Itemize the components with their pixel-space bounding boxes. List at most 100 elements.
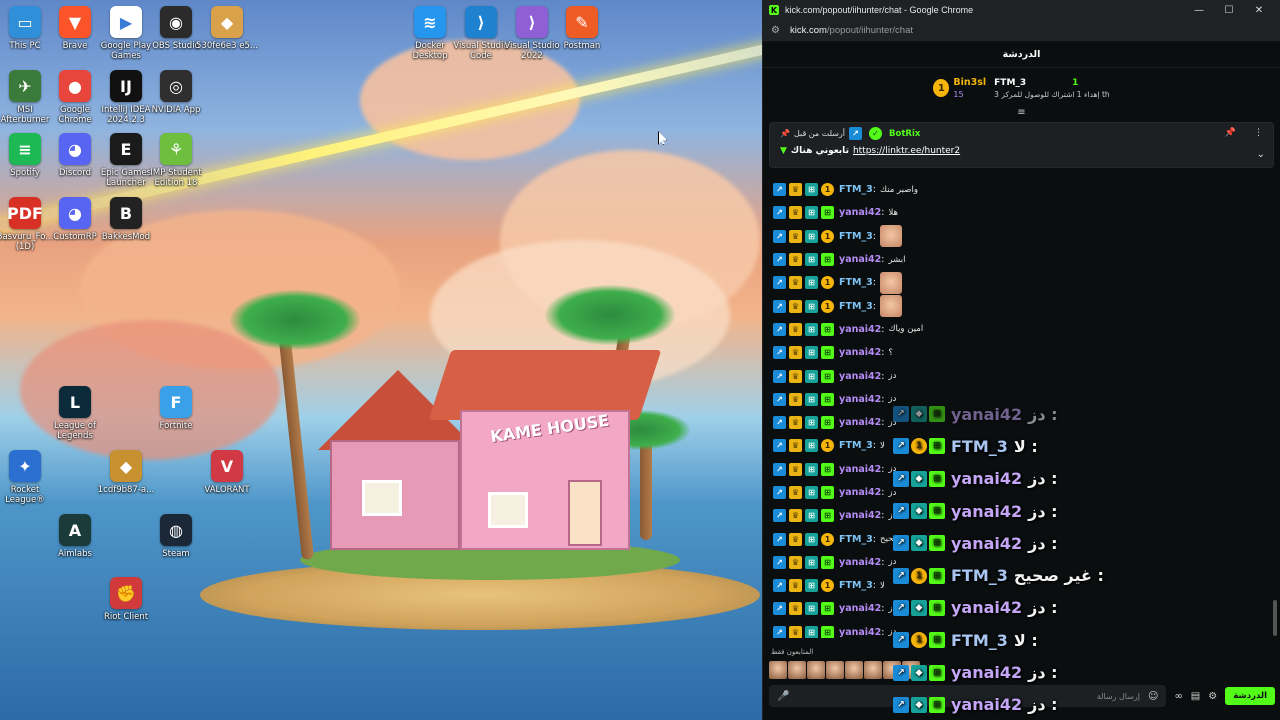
chat-username[interactable]: yanai42 <box>839 557 881 568</box>
desktop-shortcut[interactable]: L League of Legends <box>42 386 108 441</box>
send-chat-button[interactable]: الدردشة <box>1225 687 1275 705</box>
avatar[interactable] <box>826 661 844 679</box>
desktop-shortcut[interactable]: ◆ 530fe6e3 e5... <box>194 6 260 51</box>
leaderboard-first[interactable]: 1 Bin3sl 15 <box>933 77 986 99</box>
window-titlebar[interactable]: K kick.com/popout/iihunter/chat - Google… <box>763 0 1280 20</box>
chat-username[interactable]: yanai42 <box>839 603 881 614</box>
chat-username[interactable]: FTM_3 <box>839 580 873 591</box>
desktop-shortcut[interactable]: V VALORANT <box>194 450 260 495</box>
subscriber-badge-icon: ⊞ <box>821 392 834 406</box>
gift-badge-icon: ⊞ <box>805 253 818 267</box>
chat-message-text: لا <box>880 440 885 451</box>
desktop-shortcut[interactable]: ◆ 1cdf9b87-a... <box>93 450 159 495</box>
chat-username[interactable]: yanai42 <box>839 347 881 358</box>
url-path: /popout/iihunter/chat <box>826 25 914 36</box>
image-icon: ◆ <box>211 6 243 38</box>
gold-medal-icon: 1 <box>933 79 950 97</box>
chat-username[interactable]: FTM_3 <box>839 184 873 195</box>
vscode-icon: ⟩ <box>465 6 497 38</box>
link-icon[interactable]: ∞ <box>1174 691 1182 702</box>
address-bar[interactable]: ⚙ kick.com/popout/iihunter/chat <box>763 20 1280 42</box>
bot-badge-icon: ↗ <box>893 696 909 713</box>
gift-icon[interactable]: ▤ <box>1191 691 1200 702</box>
chat-message-text: هلا <box>888 207 899 218</box>
chat-message[interactable]: ↗ ♛ ⊞ ⊞ yanai42: هلا <box>763 201 1280 224</box>
avatar[interactable] <box>788 661 806 679</box>
crown-badge-icon: ♛ <box>789 555 802 569</box>
chat-username[interactable]: yanai42 <box>839 394 881 405</box>
avatar[interactable] <box>807 661 825 679</box>
bot-badge-icon: ↗ <box>893 664 909 681</box>
chat-username[interactable]: yanai42 <box>839 324 881 335</box>
desktop-shortcut[interactable]: B BakkesMod <box>93 197 159 242</box>
minimize-icon[interactable]: — <box>1184 5 1214 16</box>
avatar[interactable] <box>845 661 863 679</box>
chat-username[interactable]: yanai42 <box>839 510 881 521</box>
desktop-shortcut[interactable]: ✊ Riot Client <box>93 577 159 622</box>
chat-username[interactable]: yanai42 <box>839 627 881 638</box>
desktop-shortcut[interactable]: ✦ Rocket League® <box>0 450 58 505</box>
chat-username[interactable]: FTM_3 <box>839 231 873 242</box>
maximize-icon[interactable]: ☐ <box>1214 5 1244 16</box>
chat-username[interactable]: yanai42 <box>839 371 881 382</box>
gift-badge-icon: ⊞ <box>805 579 818 593</box>
collapse-chevron-icon[interactable]: ≡ <box>763 108 1280 120</box>
chat-message[interactable]: ↗ ♛ ⊞ 1 FTM_3: <box>763 271 1280 294</box>
chat-message[interactable]: ↗ ♛ ⊞ ⊞ yanai42: ابشر <box>763 248 1280 271</box>
desktop-shortcut-label: 530fe6e3 e5... <box>196 41 258 51</box>
gift-leaderboard: FTM_3 1 إهداء 1 اشتراك للوصول للمركز 3 t… <box>763 68 1280 108</box>
microphone-icon[interactable]: 🎤 <box>777 691 789 702</box>
chat-message[interactable]: ↗ ♛ ⊞ ⊞ yanai42: امين وياك <box>763 318 1280 341</box>
desktop-shortcut[interactable]: ⚘ IMP Student Edition 18 <box>143 133 209 188</box>
desktop-shortcut[interactable]: ✎ Postman <box>549 6 615 51</box>
chat-separator: : <box>872 440 876 452</box>
chat-username[interactable]: yanai42 <box>839 207 881 218</box>
chat-username[interactable]: yanai42 <box>839 417 881 428</box>
avatar[interactable] <box>769 661 787 679</box>
chat-message[interactable]: ↗ ♛ ⊞ 1 FTM_3: <box>763 294 1280 318</box>
settings-gear-icon[interactable]: ⚙ <box>1208 691 1217 702</box>
crown-badge-icon: ♛ <box>789 229 802 243</box>
close-icon[interactable]: ✕ <box>1244 5 1274 16</box>
overlay-text: دز : <box>1028 533 1058 553</box>
more-options-icon[interactable]: ⋮ <box>1254 128 1263 138</box>
expand-chevron-icon[interactable]: ⌄ <box>1257 149 1265 160</box>
desktop-shortcut[interactable]: ◍ Steam <box>143 514 209 559</box>
unpin-icon[interactable]: 📌 <box>1225 128 1236 138</box>
chat-username[interactable]: yanai42 <box>839 487 881 498</box>
chat-separator: : <box>881 487 885 498</box>
site-settings-icon[interactable]: ⚙ <box>771 25 780 36</box>
crown-badge-icon: ♛ <box>789 579 802 593</box>
pinned-bot-name[interactable]: BotRix <box>889 129 920 139</box>
overlay-username: FTM_3 <box>951 436 1008 456</box>
overlay-message: ↗ ◆ ⊞ yanai42 دز : <box>893 592 1153 624</box>
desktop-shortcut-label: Rocket League® <box>5 485 45 505</box>
chat-username[interactable]: yanai42 <box>839 254 881 265</box>
coin-badge-icon: 1 <box>911 632 927 649</box>
chat-username[interactable]: FTM_3 <box>839 301 873 312</box>
desktop-shortcut-label: Steam <box>162 549 190 559</box>
chat-username[interactable]: FTM_3 <box>839 440 873 451</box>
bot-badge-icon: ↗ <box>773 579 786 593</box>
pinned-link[interactable]: https://linktr.ee/hunter2 <box>853 146 960 156</box>
chat-username[interactable]: yanai42 <box>839 464 881 475</box>
desktop-shortcut[interactable]: A Aimlabs <box>42 514 108 559</box>
desktop-shortcut-label: Postman <box>563 41 601 51</box>
chat-message[interactable]: ↗ ♛ ⊞ ⊞ yanai42: ؟ <box>763 341 1280 364</box>
desktop-shortcut[interactable]: ◎ NVIDIA App <box>143 70 209 115</box>
leaderboard-second[interactable]: FTM_3 1 إهداء 1 اشتراك للوصول للمركز 3 t… <box>994 78 1109 99</box>
chat-message[interactable]: ↗ ♛ ⊞ 1 FTM_3: <box>763 225 1280 248</box>
desktop-shortcut[interactable]: F Fortnite <box>143 386 209 431</box>
subscriber-badge-icon: ⊞ <box>821 625 834 638</box>
chat-message[interactable]: ↗♛⊞⊞yanai42:دز <box>763 364 1280 387</box>
avatar[interactable] <box>864 661 882 679</box>
chat-title: الدردشة <box>763 42 1280 68</box>
pin-icon: 📌 <box>780 129 790 138</box>
chat-message[interactable]: ↗ ♛ ⊞ 1 FTM_3: واصبر منك <box>763 178 1280 201</box>
bot-badge-icon: ↗ <box>773 462 786 476</box>
desktop-shortcut-label: Brave <box>62 41 88 51</box>
chat-separator: : <box>881 626 885 638</box>
chat-scrollbar[interactable] <box>1273 600 1277 636</box>
chat-username[interactable]: FTM_3 <box>839 277 873 288</box>
chat-username[interactable]: FTM_3 <box>839 534 873 545</box>
